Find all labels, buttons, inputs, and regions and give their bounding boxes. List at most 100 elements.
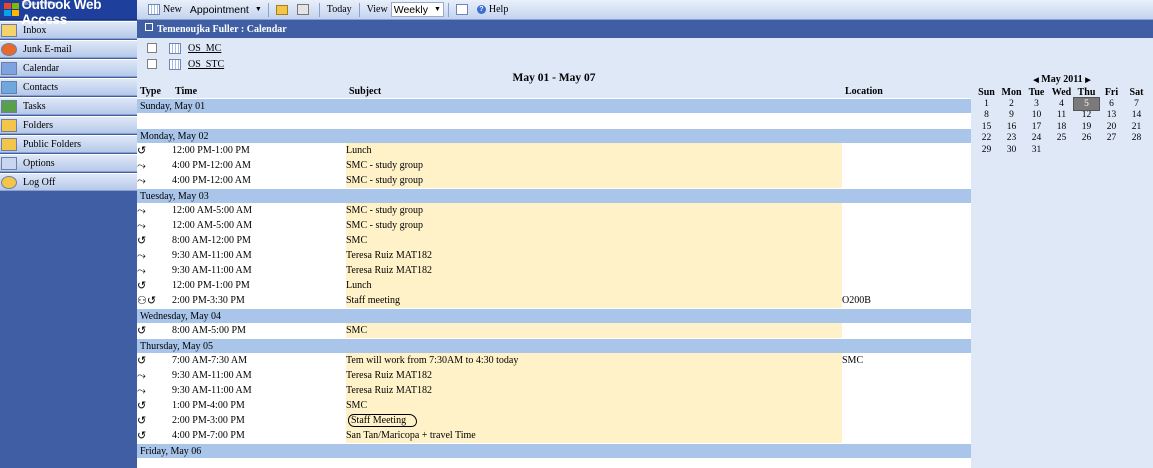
appointment-subject[interactable]: SMC — [346, 233, 842, 248]
mini-calendar-day[interactable]: 8 — [974, 110, 999, 122]
mini-calendar-day[interactable]: 9 — [999, 110, 1024, 122]
column-location[interactable]: Location — [842, 85, 971, 99]
mini-calendar-day[interactable]: 13 — [1099, 110, 1124, 122]
mini-calendar-day[interactable]: 30 — [999, 144, 1024, 156]
appointment-subject[interactable]: San Tan/Maricopa + travel Time — [346, 428, 842, 444]
mini-calendar-day[interactable]: 12 — [1074, 110, 1099, 122]
appointment-row[interactable]: ⤳ 9:30 AM-11:00 AM Teresa Ruiz MAT182 — [137, 383, 971, 398]
mini-calendar-day[interactable]: 15 — [974, 121, 999, 133]
column-type[interactable]: Type — [137, 85, 172, 99]
shared-calendar-checkbox[interactable] — [147, 59, 157, 69]
appointment-row[interactable]: ↺ 12:00 PM-1:00 PM Lunch — [137, 278, 971, 293]
mini-calendar-day[interactable]: 20 — [1099, 121, 1124, 133]
move-button[interactable] — [273, 2, 294, 18]
appointment-subject[interactable]: Teresa Ruiz MAT182 — [346, 368, 842, 383]
mini-calendar-day[interactable]: 3 — [1024, 98, 1049, 110]
mini-calendar-day[interactable]: 5 — [1073, 97, 1100, 111]
mini-calendar-day[interactable]: 14 — [1124, 110, 1149, 122]
options-icon — [1, 156, 17, 170]
sidebar-item-junk-e-mail[interactable]: Junk E-mail — [0, 40, 137, 58]
sidebar-item-options[interactable]: Options — [0, 154, 137, 172]
sidebar-item-tasks[interactable]: Tasks — [0, 97, 137, 115]
help-button[interactable]: ? Help — [474, 2, 511, 18]
appointment-subject[interactable]: Teresa Ruiz MAT182 — [346, 263, 842, 278]
mini-calendar-day[interactable]: 27 — [1099, 133, 1124, 145]
sidebar-item-public-folders[interactable]: Public Folders — [0, 135, 137, 153]
mini-calendar-day[interactable]: 21 — [1124, 121, 1149, 133]
column-subject[interactable]: Subject — [346, 85, 842, 99]
appointment-subject[interactable]: Lunch — [346, 278, 842, 293]
mini-calendar-day[interactable]: 22 — [974, 133, 999, 145]
shared-calendar-checkbox[interactable] — [147, 43, 157, 53]
appointment-row[interactable]: ⚇↺ 2:00 PM-3:30 PM Staff meeting O200B — [137, 293, 971, 309]
mini-calendar-day[interactable]: 6 — [1099, 98, 1124, 110]
appointment-subject[interactable]: Staff Meeting — [346, 413, 842, 428]
appointment-subject[interactable]: SMC - study group — [346, 203, 842, 218]
appointment-row[interactable]: ↺ 8:00 AM-5:00 PM SMC — [137, 323, 971, 339]
appointment-row[interactable]: ⤳ 4:00 PM-12:00 AM SMC - study group — [137, 158, 971, 173]
sidebar-item-contacts[interactable]: Contacts — [0, 78, 137, 96]
mini-calendar-day[interactable]: 26 — [1074, 133, 1099, 145]
appointment-subject[interactable]: SMC - study group — [346, 173, 842, 189]
appointment-subject[interactable]: SMC — [346, 323, 842, 339]
view-dropdown[interactable]: Weekly ▼ — [390, 2, 444, 17]
mini-calendar-day[interactable]: 23 — [999, 133, 1024, 145]
sidebar-item-log-off[interactable]: Log Off — [0, 173, 137, 191]
appointment-subject[interactable]: Lunch — [346, 143, 842, 158]
appointment-row[interactable]: ⤳ 12:00 AM-5:00 AM SMC - study group — [137, 218, 971, 233]
mini-calendar-day[interactable]: 18 — [1049, 121, 1074, 133]
appointment-row[interactable]: ↺ 4:00 PM-7:00 PM San Tan/Maricopa + trave… — [137, 428, 971, 444]
mini-calendar-day[interactable]: 29 — [974, 144, 999, 156]
recurrence-icon: ↺ — [137, 324, 147, 337]
appointment-row[interactable]: ⤳ 9:30 AM-11:00 AM Teresa Ruiz MAT182 — [137, 263, 971, 278]
appointment-subject[interactable]: SMC — [346, 398, 842, 413]
appointment-row[interactable]: ↺ 12:00 PM-1:00 PM Lunch — [137, 143, 971, 158]
mini-calendar-day[interactable]: 7 — [1124, 98, 1149, 110]
appointment-subject[interactable]: Staff meeting — [346, 293, 842, 309]
new-appointment-icon — [148, 4, 160, 15]
day-header-filler — [842, 188, 971, 203]
mini-calendar-day[interactable]: 24 — [1024, 133, 1049, 145]
appointment-subject[interactable]: Tem will work from 7:30AM to 4:30 today — [346, 353, 842, 368]
mini-calendar-day[interactable]: 17 — [1024, 121, 1049, 133]
mini-calendar-day[interactable]: 16 — [999, 121, 1024, 133]
today-button[interactable]: Today — [324, 2, 355, 18]
print-button[interactable] — [294, 2, 315, 18]
address-book-icon — [455, 4, 468, 15]
appointment-row[interactable]: ⤳ 4:00 PM-12:00 AM SMC - study group — [137, 173, 971, 189]
recurrence-icon: ↺ — [137, 279, 147, 292]
mini-calendar-day[interactable]: 11 — [1049, 110, 1074, 122]
shared-calendar-link[interactable]: OS_STC — [188, 59, 224, 70]
appointment-row[interactable]: ⤳ 12:00 AM-5:00 AM SMC - study group — [137, 203, 971, 218]
sidebar-item-folders[interactable]: Folders — [0, 116, 137, 134]
mini-calendar-day[interactable]: 28 — [1124, 133, 1149, 145]
appointment-row[interactable]: ⤳ 9:30 AM-11:00 AM Teresa Ruiz MAT182 — [137, 368, 971, 383]
appointment-subject[interactable]: Teresa Ruiz MAT182 — [346, 383, 842, 398]
appointment-subject[interactable]: SMC - study group — [346, 158, 842, 173]
mini-calendar-day[interactable]: 10 — [1024, 110, 1049, 122]
sidebar-item-calendar[interactable]: Calendar — [0, 59, 137, 77]
day-header: Wednesday, May 04 — [137, 308, 842, 323]
prev-month-icon[interactable]: ◀ — [1033, 76, 1038, 84]
appointment-row[interactable]: ↺ 2:00 PM-3:00 PM Staff Meeting — [137, 413, 971, 428]
mini-calendar-day[interactable]: 25 — [1049, 133, 1074, 145]
mini-calendar-day[interactable]: 19 — [1074, 121, 1099, 133]
column-time[interactable]: Time — [172, 85, 346, 99]
recurrence-icon: ↺ — [137, 414, 147, 427]
mini-calendar-day[interactable]: 1 — [974, 98, 999, 110]
mini-calendar-day[interactable]: 4 — [1049, 98, 1074, 110]
address-book-button[interactable] — [453, 2, 474, 18]
appointment-subject[interactable]: SMC - study group — [346, 218, 842, 233]
next-month-icon[interactable]: ▶ — [1085, 76, 1090, 84]
shared-calendar-link[interactable]: OS_MC — [188, 43, 221, 54]
mini-calendar-day[interactable]: 31 — [1024, 144, 1049, 156]
appointment-row[interactable]: ↺ 8:00 AM-12:00 PM SMC — [137, 233, 971, 248]
mini-calendar-day[interactable]: 2 — [999, 98, 1024, 110]
new-type-dropdown[interactable]: Appointment ▼ — [188, 3, 264, 16]
appointment-row[interactable]: ⤳ 9:30 AM-11:00 AM Teresa Ruiz MAT182 — [137, 248, 971, 263]
contacts-icon — [1, 80, 17, 94]
appointment-row[interactable]: ↺ 1:00 PM-4:00 PM SMC — [137, 398, 971, 413]
new-button[interactable]: New — [145, 2, 185, 18]
appointment-subject[interactable]: Teresa Ruiz MAT182 — [346, 248, 842, 263]
appointment-row[interactable]: ↺ 7:00 AM-7:30 AM Tem will work from 7:30A… — [137, 353, 971, 368]
